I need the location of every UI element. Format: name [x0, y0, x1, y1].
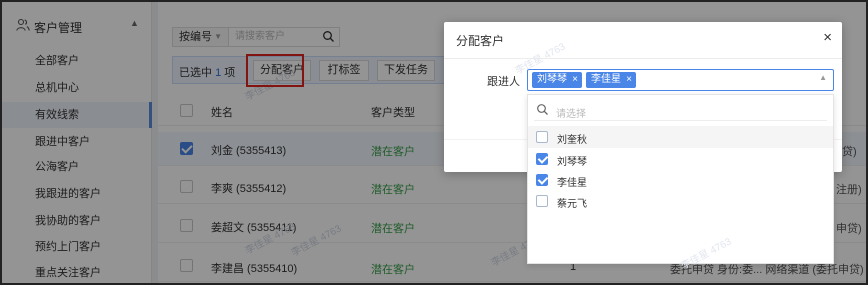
close-icon[interactable]: × [823, 29, 832, 46]
follower-tag: 刘琴琴 × [532, 72, 582, 88]
follower-label: 跟进人 [487, 76, 520, 88]
follower-dropdown: 请选择 刘奎秋 刘琴琴 李佳星 蔡元飞 李佳星 4763 [527, 94, 834, 272]
follower-tag-label: 李佳星 [591, 74, 621, 85]
dropdown-option[interactable]: 蔡元飞 [528, 190, 833, 212]
dropdown-option[interactable]: 刘奎秋 [528, 126, 833, 148]
option-checkbox[interactable] [536, 174, 548, 186]
option-label: 刘琴琴 [557, 157, 587, 168]
remove-tag-icon[interactable]: × [572, 72, 578, 88]
dropdown-search-placeholder: 请选择 [556, 109, 586, 120]
follower-multiselect[interactable]: 刘琴琴 × 李佳星 × ▲ [527, 69, 834, 91]
caret-up-icon: ▲ [819, 73, 827, 82]
dropdown-option[interactable]: 李佳星 [528, 169, 833, 191]
dropdown-search-input[interactable]: 请选择 [534, 101, 827, 121]
option-checkbox[interactable] [536, 131, 548, 143]
dropdown-option[interactable]: 刘琴琴 [528, 148, 833, 170]
option-checkbox[interactable] [536, 195, 548, 207]
search-icon [537, 104, 548, 115]
follower-tag: 李佳星 × [586, 72, 636, 88]
remove-tag-icon[interactable]: × [626, 72, 632, 88]
dialog-divider [444, 58, 842, 59]
option-label: 李佳星 [557, 178, 587, 189]
follower-tag-label: 刘琴琴 [537, 74, 567, 85]
option-label: 蔡元飞 [557, 199, 587, 210]
option-checkbox[interactable] [536, 153, 548, 165]
option-label: 刘奎秋 [557, 135, 587, 146]
app-window: 客户管理 ▲ 全部客户 总机中心 有效线索 跟进中客户 公海客户 我跟进的客户 … [0, 0, 868, 285]
dialog-title: 分配客户 [456, 34, 505, 48]
